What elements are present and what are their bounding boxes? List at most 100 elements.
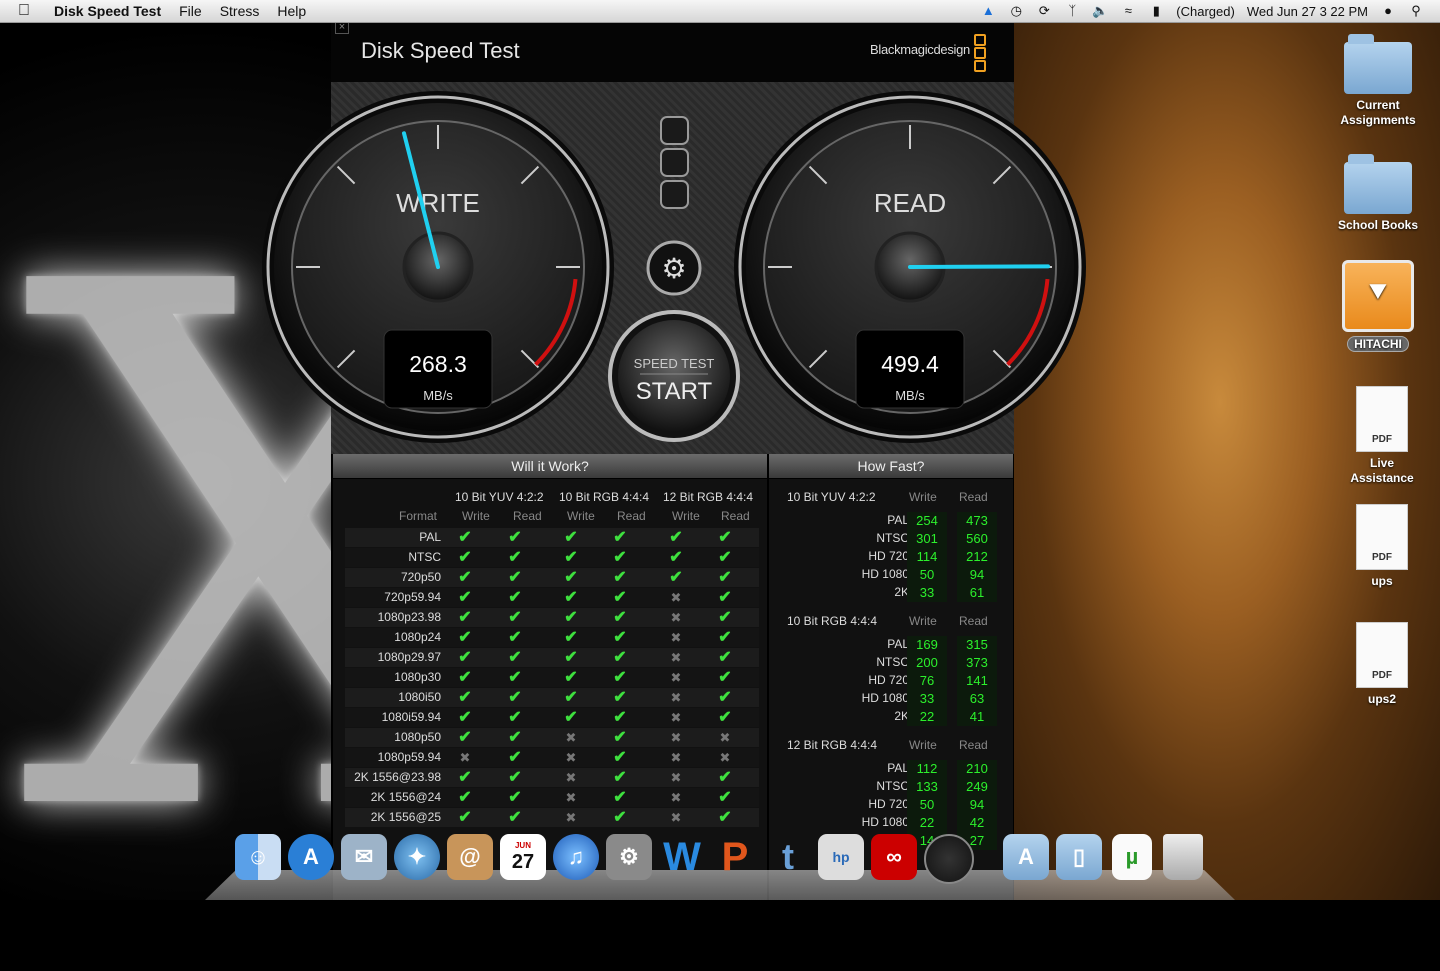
system-preferences-icon[interactable]: ⚙ [606, 834, 652, 880]
desktop-file-ups[interactable]: PDF ups [1332, 504, 1432, 588]
desktop-file-ups2[interactable]: PDF ups2 [1332, 622, 1432, 706]
how-fast-format: NTSC [876, 531, 909, 545]
read-speed-cell: 473 [957, 512, 997, 530]
word-icon[interactable]: W [659, 834, 705, 880]
check-icon: ✔ [564, 649, 578, 666]
menu-help[interactable]: Help [277, 3, 306, 19]
folder-icon [1344, 34, 1412, 94]
utorrent-icon[interactable]: µ [1112, 834, 1152, 880]
how-fast-row: 2K 22 41 [789, 708, 999, 726]
powerpoint-icon[interactable]: P [712, 834, 758, 880]
contacts-icon[interactable]: @ [447, 834, 493, 880]
menu-file[interactable]: File [179, 3, 202, 19]
write-speed-cell: 133 [907, 778, 947, 796]
wifi-icon[interactable]: ≈ [1120, 3, 1136, 19]
how-fast-row: NTSC 133 249 [789, 778, 999, 796]
check-icon: ✔ [508, 629, 522, 646]
clock[interactable]: Wed Jun 27 3 22 PM [1247, 4, 1368, 19]
acrobat-icon[interactable]: ∞ [871, 834, 917, 880]
check-icon: ✔ [564, 609, 578, 626]
desktop-folder-school-books[interactable]: School Books [1328, 154, 1428, 232]
write-speed-value: 268.3 [409, 351, 467, 377]
desktop-icon-label: HITACHI [1347, 336, 1409, 352]
col-write-2: Write [567, 509, 595, 523]
settings-gear-icon[interactable]: ⚙ [646, 240, 702, 296]
how-fast-row: PAL 112 210 [789, 760, 999, 778]
check-icon: ✔ [508, 669, 522, 686]
disk-speed-test-icon[interactable] [924, 834, 974, 884]
google-drive-icon[interactable]: ▲ [980, 3, 996, 19]
user-icon[interactable]: ● [1380, 3, 1396, 19]
write-speed-cell: 301 [907, 530, 947, 548]
how-fast-format: NTSC [876, 655, 909, 669]
how-fast-row: HD 720 50 94 [789, 796, 999, 814]
format-name: 1080p29.97 [377, 650, 441, 664]
group-header-yuv: 10 Bit YUV 4:2:2 [455, 490, 544, 504]
read-speed-unit: MB/s [895, 388, 925, 403]
format-row: 1080p59.94 ✖ ✔ ✖ ✔ ✖ ✖ [345, 748, 759, 767]
sync-icon[interactable]: ⟳ [1036, 3, 1052, 19]
app-menu[interactable]: Disk Speed Test [54, 3, 161, 19]
write-gauge-label: WRITE [396, 188, 480, 218]
how-fast-write-header: Write [909, 614, 937, 628]
check-icon: ✔ [508, 749, 522, 766]
check-icon: ✔ [458, 709, 472, 726]
check-icon: ✔ [458, 789, 472, 806]
safari-icon[interactable]: ✦ [394, 834, 440, 880]
volume-icon[interactable]: 🔈 [1092, 3, 1108, 19]
menu-bar:  Disk Speed Test File Stress Help ▲ ◷ ⟳… [0, 0, 1440, 23]
time-machine-icon[interactable]: ◷ [1008, 3, 1024, 19]
read-speed-cell: 61 [957, 584, 997, 602]
check-icon: ✔ [458, 529, 472, 546]
itunes-icon[interactable]: ♫ [553, 834, 599, 880]
desktop-drive-hitachi[interactable]: ⯆ HITACHI [1328, 260, 1428, 352]
documents-folder-icon[interactable]: ▯ [1056, 834, 1102, 880]
battery-status[interactable]: (Charged) [1176, 4, 1235, 19]
group-header-rgb12: 12 Bit RGB 4:4:4 [663, 490, 754, 504]
bluetooth-icon[interactable]: ᛉ [1064, 3, 1080, 19]
how-fast-write-header: Write [909, 738, 937, 752]
read-needle [908, 264, 1050, 269]
format-name: 1080i59.94 [381, 710, 441, 724]
start-button[interactable]: SPEED TEST START [608, 310, 740, 442]
check-icon: ✔ [669, 549, 683, 566]
hp-printer-icon[interactable]: hp [818, 834, 864, 880]
write-speed-cell: 114 [907, 548, 947, 566]
tumblr-icon[interactable]: t [765, 834, 811, 880]
cross-icon: ✖ [670, 790, 682, 805]
check-icon: ✔ [458, 809, 472, 826]
mail-icon[interactable]: ✉ [341, 834, 387, 880]
format-name: NTSC [408, 550, 441, 564]
disk-select-buttons[interactable] [660, 116, 689, 209]
check-icon: ✔ [564, 629, 578, 646]
read-speed-cell: 94 [957, 796, 997, 814]
check-icon: ✔ [718, 629, 732, 646]
trash-icon[interactable] [1163, 834, 1203, 880]
check-icon: ✔ [613, 589, 627, 606]
desktop-folder-current-assignments[interactable]: Current Assignments [1328, 34, 1428, 128]
spotlight-search-icon[interactable]: ⚲ [1408, 3, 1424, 19]
check-icon: ✔ [458, 649, 472, 666]
how-fast-read-header: Read [959, 490, 988, 504]
menu-stress[interactable]: Stress [220, 3, 260, 19]
check-icon: ✔ [718, 609, 732, 626]
how-fast-row: HD 720 114 212 [789, 548, 999, 566]
pdf-file-icon: PDF [1356, 504, 1408, 570]
applications-folder-icon[interactable]: A [1003, 834, 1049, 880]
battery-icon[interactable]: ▮ [1148, 3, 1164, 19]
desktop-file-live-assistance[interactable]: PDF Live Assistance [1332, 386, 1432, 486]
format-row: 1080i59.94 ✔ ✔ ✔ ✔ ✖ ✔ [345, 708, 759, 727]
format-name: 2K 1556@25 [370, 810, 441, 824]
write-speed-unit: MB/s [423, 388, 453, 403]
check-icon: ✔ [613, 729, 627, 746]
check-icon: ✔ [458, 549, 472, 566]
format-name: 2K 1556@24 [370, 790, 441, 804]
finder-icon[interactable]: ☺ [235, 834, 281, 880]
calendar-icon[interactable]: JUN 27 [500, 834, 546, 880]
desktop-icon-label: School Books [1337, 218, 1418, 232]
app-store-icon[interactable]: A [288, 834, 334, 880]
how-fast-row: NTSC 301 560 [789, 530, 999, 548]
apple-menu-icon[interactable]:  [18, 2, 40, 20]
read-speed-cell: 373 [957, 654, 997, 672]
check-icon: ✔ [458, 729, 472, 746]
